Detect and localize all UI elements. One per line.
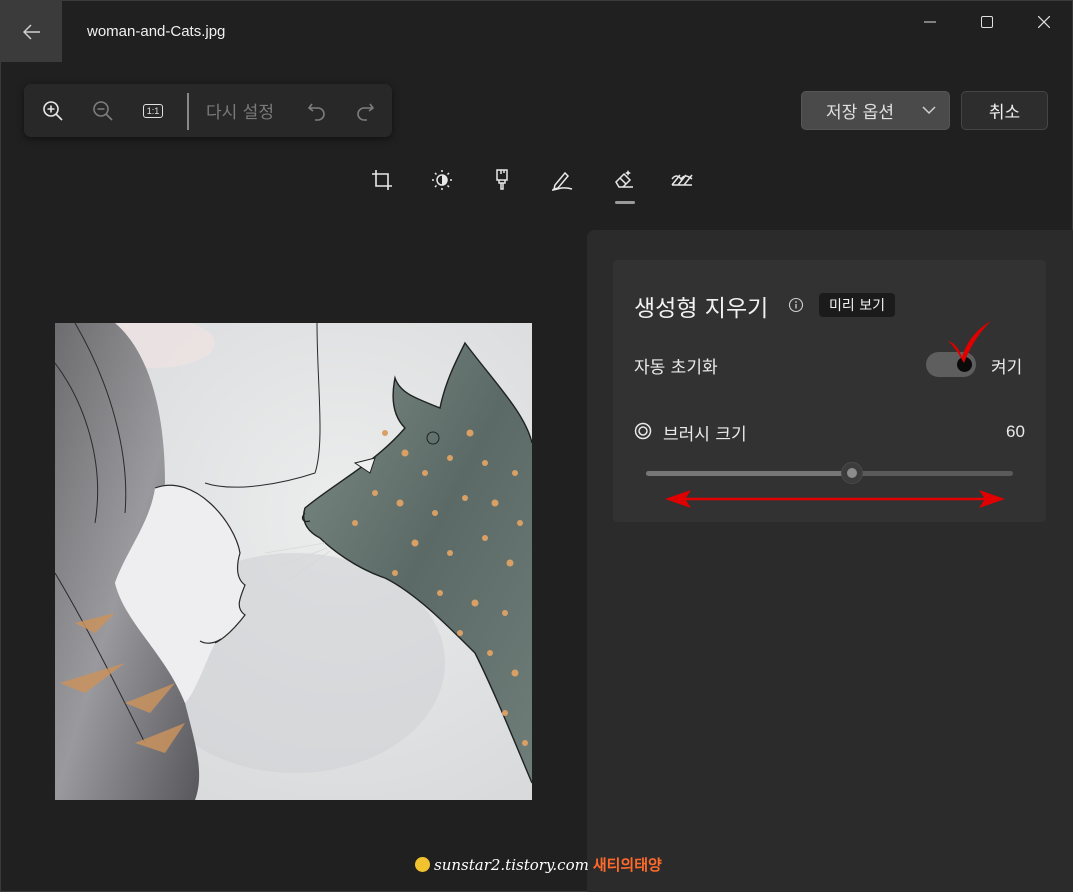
panel-title: 생성형 지우기 <box>634 296 769 322</box>
save-options-label: 저장 옵션 <box>826 103 894 123</box>
maximize-icon <box>981 16 993 28</box>
cancel-button[interactable]: 취소 <box>961 91 1048 130</box>
window-title: woman-and-Cats.jpg <box>87 23 226 40</box>
slider-thumb[interactable] <box>840 462 863 484</box>
slider-fill <box>646 471 852 476</box>
zoom-out-icon <box>92 100 114 122</box>
active-tab-indicator <box>615 201 635 204</box>
crop-icon <box>371 169 393 191</box>
auto-reset-state: 켜기 <box>991 358 1023 378</box>
watermark-site: sunstar2.tistory.com <box>434 855 589 874</box>
tab-adjust[interactable] <box>429 167 455 193</box>
maximize-button[interactable] <box>964 7 1010 37</box>
actual-size-button[interactable]: 1:1 <box>140 98 166 124</box>
zoom-in-button[interactable] <box>40 98 66 124</box>
photos-editor-window: woman-and-Cats.jpg 1:1 다시 설정 저장 옵션 취소 생성… <box>0 0 1073 892</box>
actual-size-icon: 1:1 <box>142 104 164 118</box>
edited-photo[interactable] <box>55 323 532 800</box>
zoom-out-button[interactable] <box>90 98 116 124</box>
zoom-toolbar: 1:1 다시 설정 <box>24 84 392 137</box>
minimize-button[interactable] <box>907 7 953 37</box>
auto-reset-label: 자동 초기화 <box>634 358 718 378</box>
erase-icon <box>613 169 635 191</box>
brush-size-icon <box>634 422 652 440</box>
brush-size-label: 브러시 크기 <box>663 425 747 445</box>
tab-crop[interactable] <box>369 167 395 193</box>
back-button[interactable] <box>1 1 62 62</box>
adjust-brightness-icon <box>431 169 453 191</box>
info-icon[interactable] <box>788 297 804 313</box>
preview-badge: 미리 보기 <box>819 293 895 317</box>
minimize-icon <box>924 16 936 28</box>
filter-icon <box>491 169 513 191</box>
redo-icon <box>355 101 375 121</box>
tab-filter[interactable] <box>489 167 515 193</box>
redo-button[interactable] <box>352 98 378 124</box>
chevron-down-icon <box>921 102 937 118</box>
reset-button[interactable]: 다시 설정 <box>206 98 274 123</box>
undo-icon <box>307 101 327 121</box>
tab-erase[interactable] <box>611 167 637 193</box>
watermark: sunstar2.tistory.com 새티의태양 <box>415 854 662 875</box>
double-arrow-annotation-icon <box>665 490 1005 508</box>
brush-size-slider[interactable] <box>646 462 1013 484</box>
tab-background[interactable] <box>669 167 695 193</box>
background-icon <box>670 169 694 191</box>
checkmark-annotation-icon <box>948 321 991 363</box>
smiley-icon <box>415 857 430 872</box>
watermark-name: 새티의태양 <box>592 856 662 874</box>
arrow-left-icon <box>22 23 41 40</box>
toolbar-divider <box>187 93 189 130</box>
close-button[interactable] <box>1021 7 1067 37</box>
markup-pen-icon <box>551 169 573 191</box>
save-options-button[interactable]: 저장 옵션 <box>801 91 950 130</box>
tab-markup[interactable] <box>549 167 575 193</box>
zoom-in-icon <box>42 100 64 122</box>
brush-size-value: 60 <box>1006 422 1025 441</box>
close-icon <box>1038 16 1050 28</box>
undo-button[interactable] <box>304 98 330 124</box>
